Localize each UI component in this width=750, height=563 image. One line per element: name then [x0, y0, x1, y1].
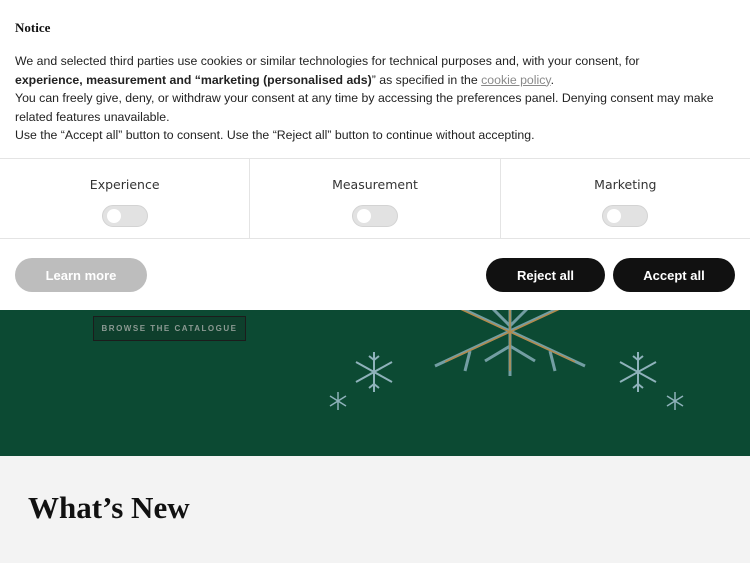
notice-line-1: We and selected third parties use cookie…: [15, 54, 640, 68]
browse-catalogue-button[interactable]: BROWSE THE CATALOGUE: [93, 316, 246, 341]
notice-title: Notice: [15, 20, 51, 35]
notice-line-2: experience, measurement and “marketing (…: [15, 71, 730, 90]
pref-measurement: Measurement: [250, 159, 501, 238]
toggle-knob: [106, 209, 121, 223]
tiny-snowflake-icon: [329, 392, 347, 410]
small-snowflake-icon: [355, 352, 393, 392]
cookie-banner: Notice We and selected third parties use…: [0, 0, 750, 310]
notice-line-4: Use the “Accept all” button to consent. …: [15, 128, 535, 142]
pref-label: Experience: [89, 177, 160, 192]
small-snowflake-icon: [619, 352, 657, 392]
reject-all-button[interactable]: Reject all: [486, 258, 605, 292]
notice-line-2-end: .: [550, 72, 555, 87]
pref-experience: Experience: [0, 159, 251, 238]
toggle-knob: [356, 209, 371, 223]
tiny-snowflake-icon: [666, 392, 684, 410]
cookie-policy-link[interactable]: cookie policy: [481, 73, 551, 87]
marketing-toggle[interactable]: [602, 205, 649, 227]
toggle-knob: [607, 209, 622, 223]
learn-more-button[interactable]: Learn more: [15, 258, 147, 292]
notice-bold-purposes: experience, measurement and “marketing (…: [15, 72, 372, 87]
section-title: What’s New: [28, 490, 190, 525]
pref-label: Measurement: [332, 177, 418, 192]
accept-all-button[interactable]: Accept all: [613, 258, 735, 292]
notice-text: We and selected third parties use cookie…: [15, 52, 730, 145]
pref-marketing: Marketing: [501, 159, 750, 238]
notice-line-3: You can freely give, deny, or withdraw y…: [15, 91, 714, 124]
measurement-toggle[interactable]: [351, 205, 398, 227]
notice-line-2-text: ” as specified in the: [371, 72, 482, 87]
experience-toggle[interactable]: [101, 205, 148, 227]
pref-label: Marketing: [594, 177, 657, 192]
hero-banner: BROWSE THE CATALOGUE: [0, 276, 750, 456]
whats-new-section: What’s New: [0, 456, 750, 563]
preferences-panel: Experience Measurement Marketing: [0, 158, 750, 239]
